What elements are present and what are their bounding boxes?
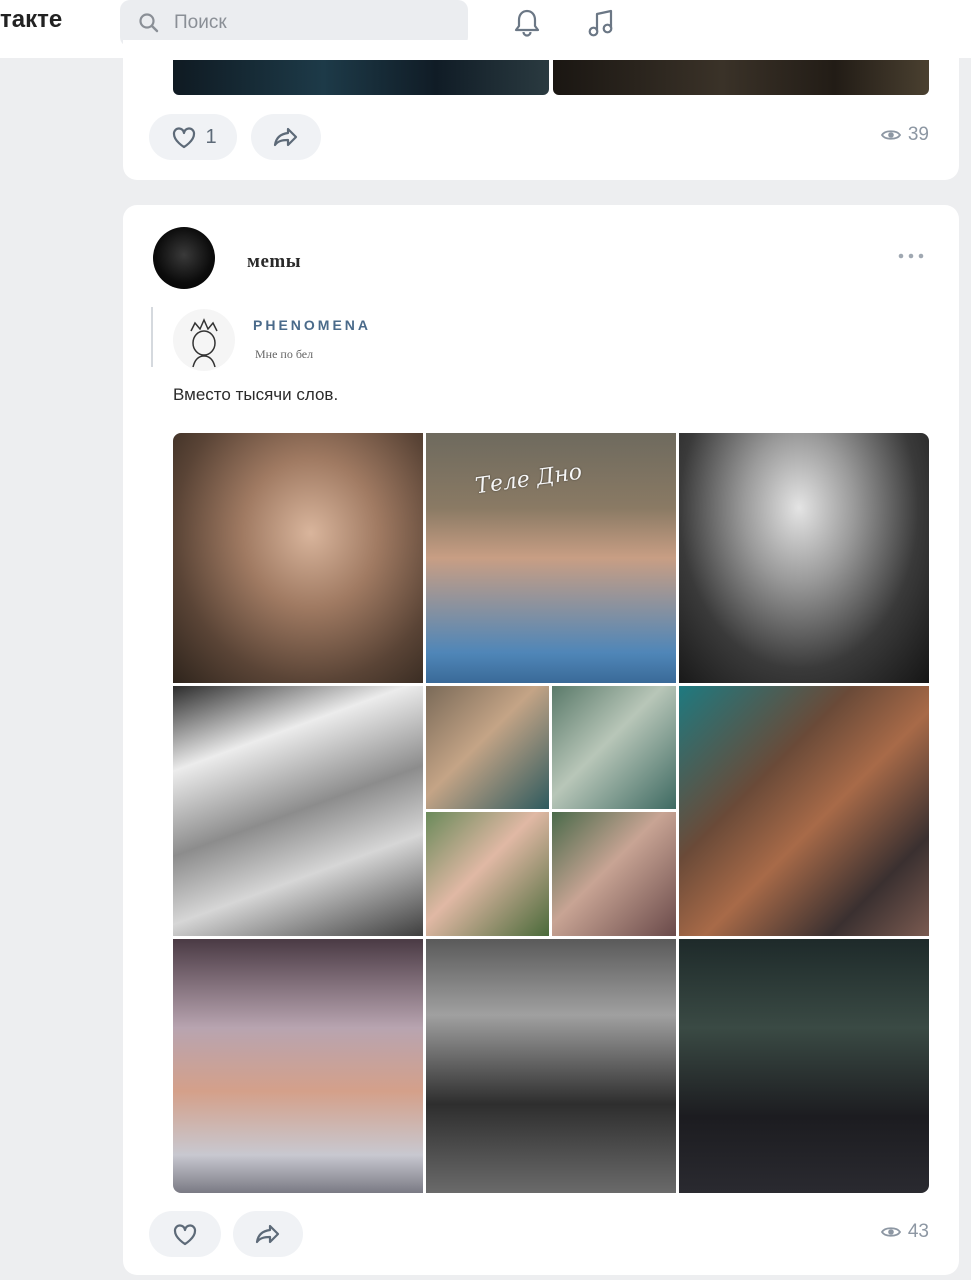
repost-divider [151, 307, 153, 367]
author-avatar[interactable] [153, 227, 215, 289]
like-button[interactable]: 1 [149, 114, 237, 160]
previous-post-photos[interactable] [173, 60, 929, 95]
previous-photo-right[interactable] [553, 60, 929, 95]
photo-tile[interactable] [173, 686, 423, 936]
author-name[interactable]: мemы [247, 251, 301, 273]
share-arrow-icon [255, 1224, 280, 1244]
photo-tile[interactable] [426, 939, 676, 1193]
photo-tile[interactable] [552, 812, 676, 936]
bell-icon[interactable] [510, 6, 544, 40]
search-placeholder: Поиск [174, 12, 227, 33]
share-button[interactable] [251, 114, 321, 160]
photo-tile[interactable] [679, 686, 929, 936]
repost-subtitle: Мне по бел [255, 347, 314, 361]
share-button[interactable] [233, 1211, 303, 1257]
photo-tile[interactable] [426, 812, 549, 936]
previous-post-card: 1 39 [123, 40, 959, 180]
view-counter: 39 [880, 124, 929, 146]
heart-icon [173, 127, 196, 149]
photo-tile[interactable] [679, 433, 929, 683]
repost-group-name[interactable]: PHENOMENA [253, 317, 371, 333]
eye-icon [880, 1227, 901, 1237]
eye-icon [880, 130, 901, 140]
music-note-icon[interactable] [584, 6, 618, 40]
brand-logo-text[interactable]: такте [0, 6, 62, 34]
post-text: Вместо тысячи слов. [173, 385, 339, 404]
photo-tile[interactable] [426, 686, 549, 809]
view-counter: 43 [880, 1221, 929, 1243]
view-count: 43 [907, 1221, 929, 1242]
repost-avatar[interactable] [173, 309, 235, 371]
photo-tile[interactable] [552, 686, 676, 809]
more-dots-icon[interactable] [897, 251, 925, 261]
photo-tile[interactable] [173, 939, 423, 1193]
photo-tile[interactable] [173, 433, 423, 683]
photo-grid [173, 433, 929, 1193]
view-count: 39 [907, 124, 929, 145]
photo-tile[interactable] [679, 939, 929, 1193]
like-count: 1 [205, 125, 217, 148]
share-arrow-icon [273, 127, 298, 147]
post-card: мemы PHENOMENA Мне по бел Вместо тысячи … [123, 205, 959, 1275]
search-icon [139, 13, 159, 33]
repost-avatar-sketch [190, 318, 218, 368]
heart-icon [173, 1224, 197, 1246]
previous-photo-left[interactable] [173, 60, 549, 95]
like-button[interactable] [149, 1211, 221, 1257]
